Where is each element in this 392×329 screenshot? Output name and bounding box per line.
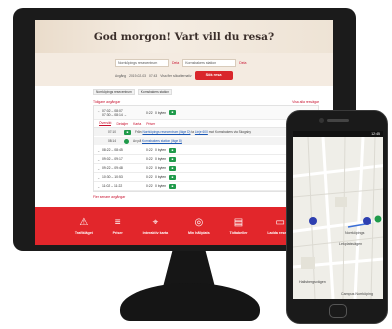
timetable-icon: ▤ <box>233 216 244 228</box>
to-field[interactable]: Kornsbakers station <box>182 58 237 67</box>
trip-changes: 0 byten <box>155 110 167 115</box>
trip-detail-row: 08:14 Av på Kornsbakers station (läge 8) <box>94 137 318 146</box>
scene: God morgon! Vart vill du resa? Norrköpin… <box>0 0 392 329</box>
more-options-link[interactable]: Visa fler sökalternativ <box>160 74 191 78</box>
from-swap-link[interactable]: Dela <box>172 61 179 65</box>
earlier-departures-link[interactable]: Tidigare avgångar <box>93 100 120 104</box>
nav-traffic-status[interactable]: ⚠ Trafikläget <box>75 216 93 235</box>
trip-row[interactable]: ⌄ 11:02 – 11:22 0:22 0 byten ■ <box>94 182 318 191</box>
show-all-routes-link[interactable]: Visa alla resvägar <box>292 100 319 104</box>
trip-detail-row: 07:10 ■ Från Norrköpings resecentrum (lä… <box>94 128 318 137</box>
bus-icon: ■ <box>124 129 131 135</box>
tab-details[interactable]: Detaljer <box>116 122 128 126</box>
search-button[interactable]: Sök resa <box>194 71 233 80</box>
bus-icon: ■ <box>169 156 176 162</box>
speaker-grille <box>327 119 349 122</box>
stop-link[interactable]: Kornsbakers station (läge 8) <box>142 139 182 143</box>
crumb-to[interactable]: Kornsbakers station <box>137 89 172 95</box>
trip-duration: 0:22 <box>146 110 153 115</box>
crumb-from[interactable]: Norrköpings resecentrum <box>93 89 135 95</box>
nav-timetables[interactable]: ▤ Tidtabeller <box>229 216 247 235</box>
location-icon: ◎ <box>194 216 204 228</box>
trip-row[interactable]: ⌄ 10:30 – 10:53 0:22 0 byten ■ <box>94 173 318 182</box>
trip-row[interactable]: ⌄ 09:02 – 09:17 0:22 0 byten ■ <box>94 155 318 164</box>
map-label: Hallsbergsvägen <box>299 280 326 284</box>
hero-banner: God morgon! Vart vill du resa? <box>35 20 333 53</box>
location-pin-icon[interactable] <box>363 217 371 225</box>
monitor-stand-base <box>120 283 260 321</box>
map-label: Lekplatsvägen <box>339 242 362 246</box>
departure-toggle[interactable]: Avgång <box>115 74 126 78</box>
card-icon: ▭ <box>275 216 285 228</box>
stop-pin-icon <box>124 138 129 144</box>
bus-icon: ■ <box>169 110 176 115</box>
trip-row-expanded[interactable]: ⌃ 07:02 – 08:07 07:30 – 08:14 → 0:22 0 b… <box>94 106 318 120</box>
time-field[interactable]: 07:43 <box>149 74 157 78</box>
bus-stop-icon[interactable] <box>374 215 382 223</box>
camera-icon <box>319 118 324 123</box>
ticket-stack-icon: ≡ <box>114 216 121 228</box>
breadcrumb: Norrköpings resecentrum Kornsbakers stat… <box>93 89 319 95</box>
bus-icon: ■ <box>169 165 176 171</box>
search-form: Norrköpings resecentrum Dela Kornsbakers… <box>35 53 333 86</box>
stop-link[interactable]: Norrköpings resecentrum (läge D) <box>142 130 190 134</box>
trip-tabs: Översikt Detaljer Karta Priser <box>94 120 318 128</box>
trip-row[interactable]: ⌄ 08:22 – 08:45 0:22 0 byten ■ <box>94 146 318 155</box>
trip-row[interactable]: ⌄ 09:22 – 09:48 0:22 0 byten ■ <box>94 164 318 173</box>
pin-icon: ⌖ <box>152 216 159 228</box>
smartphone: 12:45 Norrköpings Lekplatsvägen Hallsber… <box>286 110 388 324</box>
bus-icon: ■ <box>169 183 176 189</box>
from-field[interactable]: Norrköpings resecentrum <box>115 58 169 67</box>
page-title: God morgon! Vart vill du resa? <box>93 30 275 43</box>
map-block <box>301 257 315 269</box>
tab-prices[interactable]: Priser <box>146 122 155 126</box>
map-block <box>335 197 347 207</box>
date-field[interactable]: 2019-02-03 <box>129 74 146 78</box>
monitor-stand-neck <box>163 251 215 287</box>
phone-map[interactable]: Norrköpings Lekplatsvägen Hallsbergsväge… <box>293 137 383 299</box>
line-link[interactable]: Linje 600 <box>195 130 208 134</box>
nav-interactive-map[interactable]: ⌖ Interaktiv karta <box>143 216 169 235</box>
to-swap-link[interactable]: Dela <box>239 61 246 65</box>
bus-icon: ■ <box>169 147 176 153</box>
map-label: Norrköpings <box>345 231 365 235</box>
home-button[interactable] <box>329 304 347 318</box>
tab-overview[interactable]: Översikt <box>99 121 112 126</box>
nav-my-stop[interactable]: ◎ Min hållplats <box>188 216 210 235</box>
nav-prices[interactable]: ≡ Priser <box>113 216 123 235</box>
results-header: Tidigare avgångar Visa alla resvägar <box>93 98 319 105</box>
phone-screen: 12:45 Norrköpings Lekplatsvägen Hallsber… <box>293 131 383 299</box>
location-pin-icon[interactable] <box>309 217 317 225</box>
map-label: Campus Norrköping <box>341 292 373 296</box>
trip-times: 07:02 – 08:07 07:30 – 08:14 → <box>102 108 128 117</box>
bus-icon: ■ <box>169 174 176 180</box>
tab-map[interactable]: Karta <box>133 122 141 126</box>
warning-icon: ⚠ <box>79 216 89 228</box>
